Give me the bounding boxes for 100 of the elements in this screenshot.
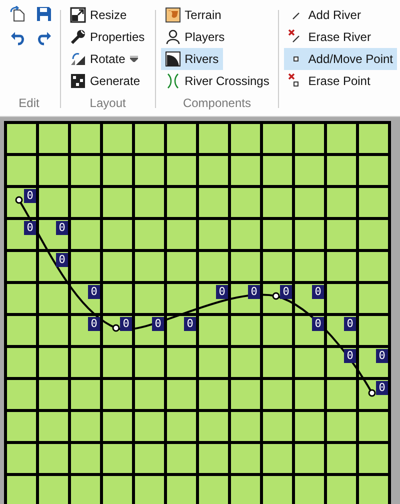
grass-tile bbox=[263, 124, 292, 153]
grass-tile bbox=[231, 380, 260, 409]
ribbon-button[interactable]: Rivers bbox=[160, 48, 223, 70]
grass-tile bbox=[103, 412, 132, 441]
river-point[interactable] bbox=[15, 196, 23, 204]
grass-tile bbox=[263, 476, 292, 504]
grass-tile bbox=[359, 412, 388, 441]
tile-value: 0 bbox=[152, 317, 164, 331]
grass-tile bbox=[71, 220, 100, 249]
grass-tile bbox=[39, 412, 68, 441]
grass-tile bbox=[39, 188, 68, 217]
river-point[interactable] bbox=[368, 389, 376, 397]
grass-tile bbox=[39, 476, 68, 504]
grass-tile bbox=[263, 252, 292, 281]
grass-tile bbox=[263, 444, 292, 473]
river-point[interactable] bbox=[272, 292, 280, 300]
resize-icon bbox=[70, 7, 86, 23]
grass-tile bbox=[199, 220, 228, 249]
redo-icon bbox=[36, 30, 52, 46]
grass-tile bbox=[167, 348, 196, 377]
grass-tile bbox=[359, 284, 388, 313]
ribbon-button[interactable]: Properties bbox=[66, 26, 149, 48]
grass-tile bbox=[7, 124, 36, 153]
ribbon-button[interactable]: Generate bbox=[66, 70, 144, 92]
ribbon-button[interactable]: Resize bbox=[66, 4, 131, 26]
crossing-icon bbox=[164, 73, 181, 89]
grass-tile bbox=[71, 412, 100, 441]
grass-tile bbox=[167, 380, 196, 409]
grass-tile bbox=[135, 220, 164, 249]
grass-tile bbox=[103, 252, 132, 281]
tile-value: 0 bbox=[344, 349, 356, 363]
grass-tile bbox=[71, 188, 100, 217]
grass-tile bbox=[231, 444, 260, 473]
grass-tile bbox=[39, 348, 68, 377]
ribbon-button[interactable]: Players bbox=[160, 26, 229, 48]
grass-tile bbox=[135, 284, 164, 313]
tile-value: 0 bbox=[24, 189, 36, 203]
grass-tile bbox=[199, 444, 228, 473]
tile-value: 0 bbox=[120, 317, 132, 331]
ribbon-button[interactable]: River Crossings bbox=[160, 70, 274, 92]
grass-tile bbox=[263, 188, 292, 217]
grass-tile bbox=[199, 188, 228, 217]
grass-tile bbox=[71, 348, 100, 377]
grass-tile bbox=[327, 124, 356, 153]
grass-tile bbox=[199, 156, 228, 185]
grass-tile bbox=[327, 380, 356, 409]
grass-tile bbox=[359, 124, 388, 153]
point-icon bbox=[293, 56, 300, 62]
grass-tile bbox=[263, 412, 292, 441]
map-icon bbox=[164, 7, 181, 23]
ribbon-button[interactable]: Rotate bbox=[66, 48, 142, 70]
grass-tile bbox=[295, 156, 324, 185]
tile-value: 0 bbox=[248, 285, 260, 299]
grass-tile bbox=[103, 476, 132, 504]
ribbon-button[interactable]: Add/Move Point bbox=[284, 48, 397, 70]
grass-tile bbox=[263, 156, 292, 185]
grass-tile bbox=[327, 156, 356, 185]
grass-tile bbox=[135, 348, 164, 377]
tile-value: 0 bbox=[280, 285, 292, 299]
grass-tile bbox=[359, 476, 388, 504]
tile-value: 0 bbox=[88, 285, 100, 299]
grass-tile bbox=[167, 156, 196, 185]
ribbon-button[interactable]: Erase Point bbox=[284, 70, 397, 92]
ribbon-button[interactable]: Terrain bbox=[160, 4, 226, 26]
document-icon bbox=[10, 6, 26, 22]
grass-tile bbox=[103, 348, 132, 377]
grass-tile bbox=[71, 444, 100, 473]
grass-tile bbox=[71, 380, 100, 409]
grass-tile bbox=[167, 412, 196, 441]
grass-tile bbox=[7, 284, 36, 313]
grass-tile bbox=[263, 316, 292, 345]
tile-value: 0 bbox=[344, 317, 356, 331]
grass-tile bbox=[295, 412, 324, 441]
grass-tile bbox=[263, 348, 292, 377]
grass-tile bbox=[231, 476, 260, 504]
save-icon bbox=[36, 6, 52, 22]
grass-tile bbox=[7, 252, 36, 281]
river-point[interactable] bbox=[112, 324, 120, 332]
tile-value: 0 bbox=[56, 221, 68, 235]
grass-tile bbox=[7, 348, 36, 377]
grass-tile bbox=[135, 156, 164, 185]
grass-tile bbox=[167, 124, 196, 153]
grass-tile bbox=[327, 476, 356, 504]
grass-tile bbox=[7, 380, 36, 409]
grass-tile bbox=[295, 380, 324, 409]
grass-tile bbox=[231, 412, 260, 441]
tile-value: 0 bbox=[88, 317, 100, 331]
grass-tile bbox=[231, 252, 260, 281]
grass-tile bbox=[231, 348, 260, 377]
curve-icon bbox=[164, 51, 181, 67]
grass-tile bbox=[359, 220, 388, 249]
grass-tile bbox=[167, 252, 196, 281]
grass-tile bbox=[295, 124, 324, 153]
grass-tile bbox=[7, 444, 36, 473]
ribbon-button[interactable]: Erase River bbox=[284, 26, 397, 48]
grass-tile bbox=[199, 476, 228, 504]
grass-tile bbox=[135, 252, 164, 281]
grass-tile bbox=[103, 284, 132, 313]
tile-value: 0 bbox=[216, 285, 228, 299]
ribbon-button[interactable]: Add River bbox=[284, 4, 397, 26]
